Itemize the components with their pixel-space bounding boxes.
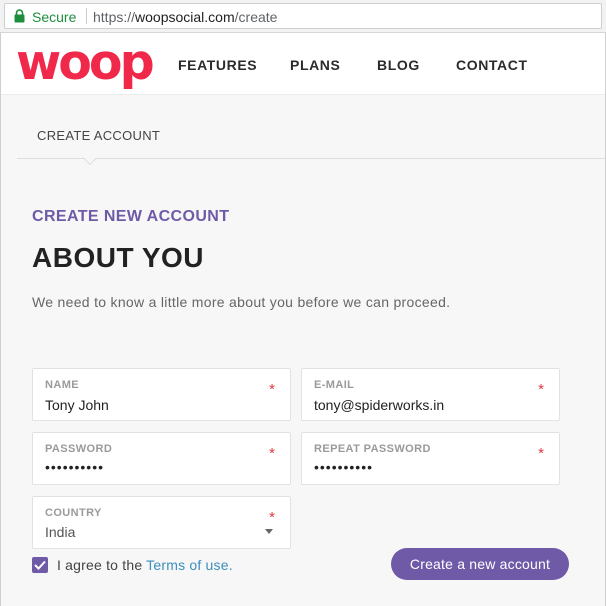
required-asterisk: *	[269, 509, 275, 526]
woop-logo[interactable]: woop	[16, 35, 155, 91]
nav-blog[interactable]: BLOG	[377, 57, 420, 73]
nav-contact[interactable]: CONTACT	[456, 57, 528, 73]
site-header: woop FEATURES PLANS BLOG CONTACT	[1, 33, 605, 95]
breadcrumb-pointer-icon	[82, 150, 98, 166]
name-label: NAME	[45, 379, 79, 391]
secure-label: Secure	[32, 9, 77, 25]
terms-checkbox[interactable]	[32, 557, 48, 573]
page: woop FEATURES PLANS BLOG CONTACT CREATE …	[0, 33, 606, 606]
password-label: PASSWORD	[45, 443, 113, 455]
section-kicker: CREATE NEW ACCOUNT	[32, 208, 230, 225]
url-path: /create	[234, 9, 278, 25]
required-asterisk: *	[269, 445, 275, 462]
required-asterisk: *	[538, 445, 544, 462]
name-input[interactable]: Tony John	[45, 397, 109, 413]
email-input[interactable]: tony@spiderworks.in	[314, 397, 444, 413]
url-host: woopsocial.com	[135, 9, 235, 25]
repeat-password-field[interactable]: REPEAT PASSWORD * ••••••••••	[301, 432, 560, 485]
password-input[interactable]: ••••••••••	[45, 459, 104, 475]
agreement-text: I agree to the	[57, 557, 143, 573]
create-account-button[interactable]: Create a new account	[391, 548, 569, 580]
country-label: COUNTRY	[45, 507, 102, 519]
url-text[interactable]: https://woopsocial.com/create	[93, 9, 277, 25]
email-field[interactable]: E-MAIL * tony@spiderworks.in	[301, 368, 560, 421]
country-value: India	[45, 524, 76, 540]
repeat-password-input[interactable]: ••••••••••	[314, 459, 373, 475]
signup-content: CREATE ACCOUNT CREATE NEW ACCOUNT ABOUT …	[1, 95, 605, 606]
check-icon	[34, 560, 46, 570]
page-title: ABOUT YOU	[32, 242, 204, 273]
browser-address-bar: Secure https://woopsocial.com/create	[0, 0, 606, 33]
lock-icon	[14, 9, 25, 23]
url-scheme: https://	[93, 9, 136, 25]
terms-agreement: I agree to the Terms of use.	[57, 557, 233, 573]
breadcrumb-divider	[17, 158, 605, 159]
name-field[interactable]: NAME * Tony John	[32, 368, 291, 421]
country-select[interactable]: COUNTRY * India	[32, 496, 291, 549]
breadcrumb: CREATE ACCOUNT	[37, 128, 161, 143]
nav-plans[interactable]: PLANS	[290, 57, 340, 73]
password-field[interactable]: PASSWORD * ••••••••••	[32, 432, 291, 485]
repeat-password-label: REPEAT PASSWORD	[314, 443, 431, 455]
caret-down-icon[interactable]	[265, 529, 273, 534]
terms-of-use-link[interactable]: Terms of use.	[146, 557, 233, 573]
intro-text: We need to know a little more about you …	[32, 294, 451, 310]
required-asterisk: *	[269, 381, 275, 398]
required-asterisk: *	[538, 381, 544, 398]
nav-features[interactable]: FEATURES	[178, 57, 257, 73]
address-separator	[86, 8, 87, 24]
email-label: E-MAIL	[314, 379, 355, 391]
omnibox[interactable]: Secure https://woopsocial.com/create	[4, 3, 602, 29]
